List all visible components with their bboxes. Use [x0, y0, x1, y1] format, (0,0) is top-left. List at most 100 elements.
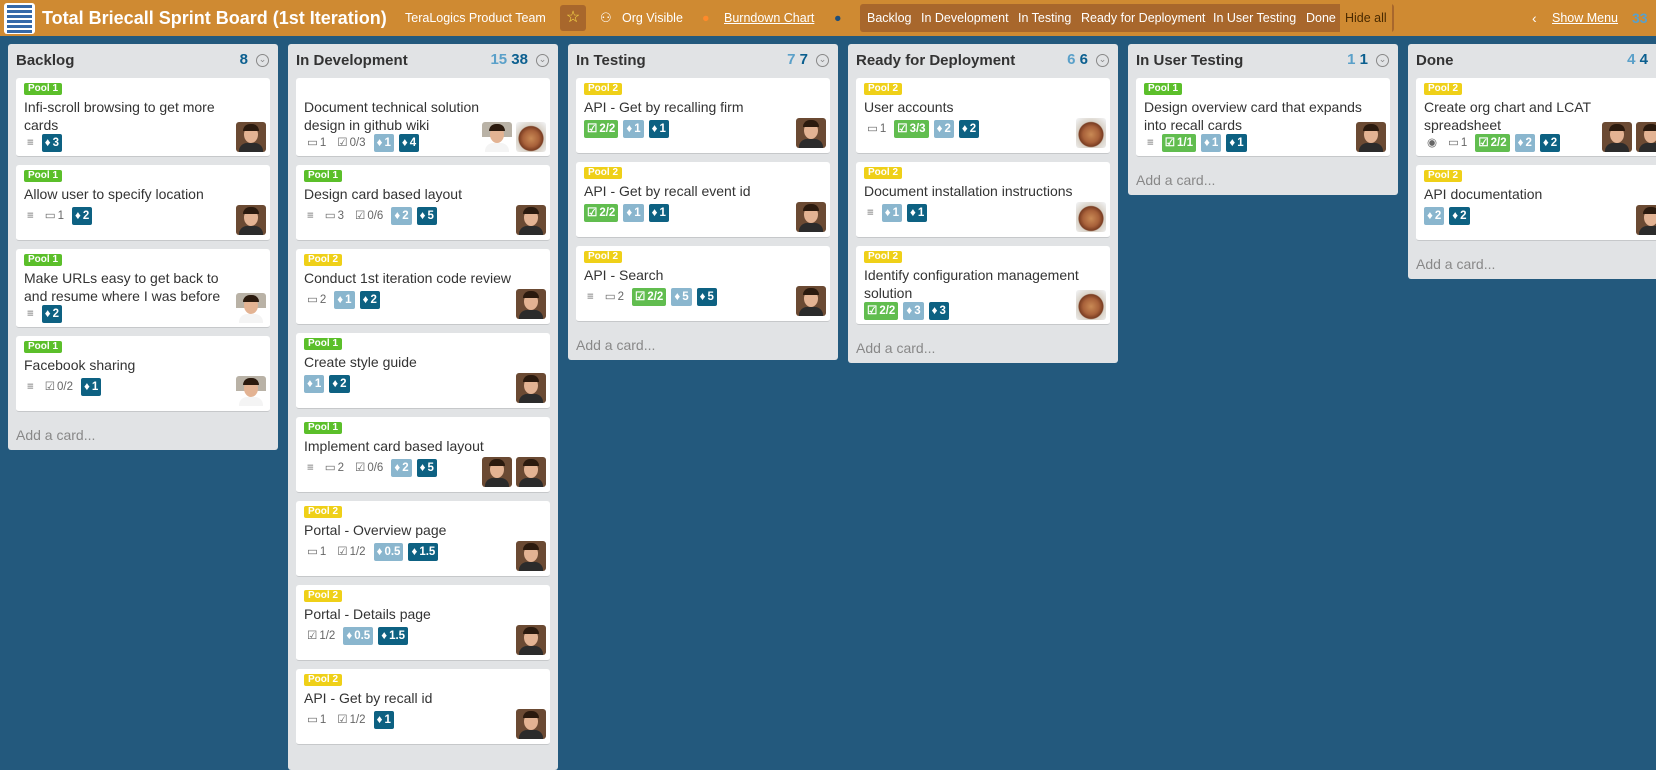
member-avatar[interactable] [516, 289, 546, 319]
avatar-body [1605, 143, 1629, 152]
burndown-chart-link[interactable]: Burndown Chart [724, 0, 814, 36]
member-avatar[interactable] [1356, 122, 1386, 152]
checklist-badge: ☑ 1/2 [334, 543, 368, 561]
visibility-button[interactable]: Org Visible [622, 0, 683, 36]
member-avatar[interactable] [236, 205, 266, 235]
member-avatar[interactable] [236, 293, 266, 323]
list-menu-chevron-icon[interactable]: ⌄ [536, 54, 549, 67]
list-title[interactable]: Done [1416, 52, 1454, 69]
member-avatar[interactable] [516, 709, 546, 739]
estimate-high-badge: ♦ 3 [41, 134, 62, 152]
member-avatar[interactable] [1076, 290, 1106, 320]
card-facebook-sharing[interactable]: Pool 1 Facebook sharing ≡ ☑ 0/2 ♦ 1 [16, 336, 270, 412]
member-avatar[interactable] [516, 625, 546, 655]
filter-in-user-testing[interactable]: In User Testing [1213, 4, 1296, 32]
member-avatar[interactable] [796, 286, 826, 316]
add-card-button[interactable]: Add a card... [848, 333, 1118, 363]
member-avatar[interactable] [236, 376, 266, 406]
card-infi-scroll-browsing-to-get-more-cards[interactable]: Pool 1 Infi-scroll browsing to get more c… [16, 78, 270, 157]
member-avatar[interactable] [1076, 118, 1106, 148]
estimate-low-badge: ♦ 2 [391, 207, 412, 225]
card-conduct-1st-iteration-code-review[interactable]: Pool 2 Conduct 1st iteration code review ▭… [296, 249, 550, 325]
chevron-left-icon[interactable]: ‹ [1532, 0, 1537, 36]
list-filter-bar: Backlog In Development In Testing Ready … [860, 4, 1394, 32]
card-title: Create style guide [304, 354, 417, 370]
board-logo-icon[interactable] [4, 3, 35, 34]
show-menu-link[interactable]: Show Menu [1552, 0, 1618, 36]
lightbulb-icon: ♦ [307, 378, 313, 390]
avatar-hair [523, 291, 539, 298]
member-avatar[interactable] [516, 122, 546, 152]
list-title[interactable]: Ready for Deployment [856, 52, 1015, 69]
filter-in-testing[interactable]: In Testing [1018, 4, 1071, 32]
card-allow-user-to-specify-location[interactable]: Pool 1 Allow user to specify location ≡ ▭ 1 ♦… [16, 165, 270, 241]
pool-label: Pool 1 [24, 341, 63, 353]
checklist-count: 2/2 [599, 207, 616, 219]
member-avatar[interactable] [516, 373, 546, 403]
add-card-button[interactable]: Add a card... [1128, 165, 1398, 195]
add-card-button[interactable]: Add a card... [568, 330, 838, 360]
card-api-get-by-recall-event-id[interactable]: Pool 2 API - Get by recall event id ☑ 2/2 ♦ 1… [576, 162, 830, 238]
list-backlog: Backlog 8 ⌄ Pool 1 Infi-scroll browsing to … [8, 44, 278, 450]
list-menu-chevron-icon[interactable]: ⌄ [816, 54, 829, 67]
hide-all-button[interactable]: Hide all [1340, 4, 1392, 32]
member-avatar[interactable] [1636, 122, 1656, 152]
card-portal-overview-page[interactable]: Pool 2 Portal - Overview page ▭ 1 ☑ 1/2 ♦ 0.5 ♦ 1… [296, 501, 550, 577]
description-icon: ≡ [307, 210, 314, 222]
description-icon: ≡ [27, 210, 34, 222]
card-document-technical-solution-design-in-github-wiki[interactable]: Document technical solution design in gi… [296, 78, 550, 157]
card-create-org-chart-and-lcat-spreadsheet[interactable]: Pool 2 Create org chart and LCAT spreadsh… [1416, 78, 1656, 157]
member-avatar[interactable] [516, 457, 546, 487]
filter-in-development[interactable]: In Development [921, 4, 1009, 32]
member-avatar[interactable] [482, 457, 512, 487]
card-create-style-guide[interactable]: Pool 1 Create style guide ♦ 1 ♦ 2 [296, 333, 550, 409]
member-avatar[interactable] [1602, 122, 1632, 152]
card-document-installation-instructions[interactable]: Pool 2 Document installation instructions… [856, 162, 1110, 238]
pool-label: Pool 1 [24, 83, 63, 95]
list-menu-chevron-icon[interactable]: ⌄ [256, 54, 269, 67]
card-identify-configuration-management-solution[interactable]: Pool 2 Identify configuration management … [856, 246, 1110, 325]
checklist-badge: ☑ 2/2 [584, 204, 619, 222]
member-avatar[interactable] [796, 202, 826, 232]
card-design-overview-card-that-expands-into-recall-cards[interactable]: Pool 1 Design overview card that expands … [1136, 78, 1390, 157]
list-title[interactable]: Backlog [16, 52, 74, 69]
board-title[interactable]: Total Briecall Sprint Board (1st Iterati… [42, 0, 387, 36]
list-title[interactable]: In User Testing [1136, 52, 1243, 69]
list-title[interactable]: In Development [296, 52, 408, 69]
lightbulb-icon: ♦ [332, 378, 339, 390]
list-header: Backlog 8 ⌄ [8, 44, 278, 78]
estimate-high-badge: ♦ 1.5 [408, 543, 439, 561]
card-design-card-based-layout[interactable]: Pool 1 Design card based layout ≡ ▭ 3 ☑ 0/6 ♦ 2 ♦… [296, 165, 550, 241]
filter-backlog[interactable]: Backlog [867, 4, 911, 32]
card-make-urls-easy-to-get-back-to-and-resume-where-i-was-before[interactable]: Pool 1 Make URLs easy to get back to and … [16, 249, 270, 328]
star-icon[interactable]: ☆ [560, 5, 586, 31]
card-badges: ≡ ♦ 1 ♦ 1 [864, 204, 932, 222]
team-link[interactable]: TeraLogics Product Team [405, 0, 546, 36]
card-api-documentation[interactable]: Pool 2 API documentation ♦ 2 ♦ 2 [1416, 165, 1656, 241]
card-api-search[interactable]: Pool 2 API - Search ≡ ▭ 2 ☑ 2/2 ♦ 5 ♦ 5 [576, 246, 830, 322]
card-user-accounts[interactable]: Pool 2 User accounts ▭ 1 ☑ 3/3 ♦ 2 ♦ 2 [856, 78, 1110, 154]
member-avatar[interactable] [482, 122, 512, 152]
filter-done[interactable]: Done [1306, 4, 1336, 32]
list-title[interactable]: In Testing [576, 52, 646, 69]
card-badges: ☑ 1/2 ♦ 0.5 ♦ 1.5 [304, 627, 413, 645]
member-avatar[interactable] [1076, 202, 1106, 232]
description-icon: ≡ [307, 462, 314, 474]
member-avatar[interactable] [796, 118, 826, 148]
card-api-get-by-recall-id[interactable]: Pool 2 API - Get by recall id ▭ 1 ☑ 1/2 ♦ 1 [296, 669, 550, 745]
list-menu-chevron-icon[interactable]: ⌄ [1376, 54, 1389, 67]
card-portal-details-page[interactable]: Pool 2 Portal - Details page ☑ 1/2 ♦ 0.5 ♦ 1.5 [296, 585, 550, 661]
filter-ready-for-deployment[interactable]: Ready for Deployment [1081, 4, 1205, 32]
card-api-get-by-recalling-firm[interactable]: Pool 2 API - Get by recalling firm ☑ 2/2 ♦ 1 ♦… [576, 78, 830, 154]
add-card-button[interactable]: Add a card... [1408, 249, 1656, 279]
list-menu-chevron-icon[interactable]: ⌄ [1096, 54, 1109, 67]
comment-count: 1 [879, 123, 887, 135]
member-avatar[interactable] [1636, 205, 1656, 235]
member-avatar[interactable] [236, 122, 266, 152]
add-card-button[interactable]: Add a card... [8, 420, 278, 450]
pool-label: Pool 1 [304, 338, 343, 350]
lightbulb-icon: ♦ [1452, 210, 1459, 222]
member-avatar[interactable] [516, 541, 546, 571]
card-implement-card-based-layout[interactable]: Pool 1 Implement card based layout ≡ ▭ 2 ☑ 0/6… [296, 417, 550, 493]
member-avatar[interactable] [516, 205, 546, 235]
